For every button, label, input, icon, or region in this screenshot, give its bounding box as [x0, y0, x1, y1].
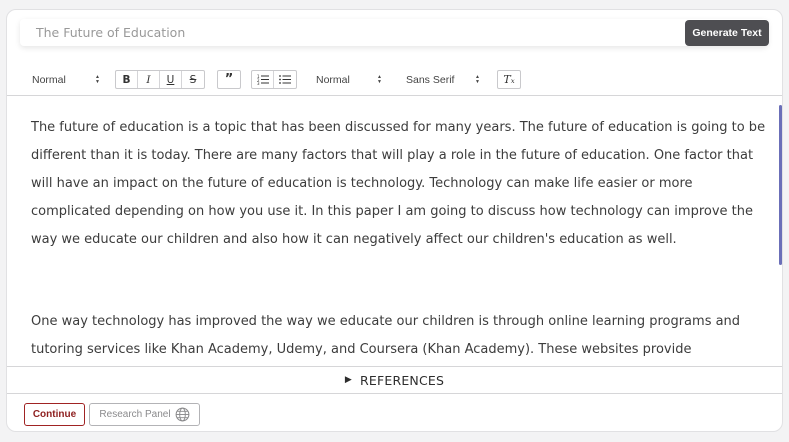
globe-icon	[175, 407, 189, 422]
size-picker[interactable]: Normal ▲ ▼	[316, 70, 382, 90]
references-toggle[interactable]: ▶ REFERENCES	[7, 366, 782, 394]
ordered-list-icon: 1 2 3	[257, 74, 269, 85]
italic-button[interactable]: I	[138, 71, 160, 88]
editor-paragraph: The future of education is a topic that …	[31, 120, 766, 247]
size-picker-label: Normal	[316, 74, 350, 86]
inline-format-group: B I U S	[115, 70, 205, 89]
blockquote-group: ”	[217, 70, 241, 89]
continue-button[interactable]: Continue	[24, 403, 85, 426]
chevron-updown-icon: ▲ ▼	[95, 74, 100, 85]
generate-text-button[interactable]: Generate Text	[685, 19, 769, 46]
chevron-updown-icon: ▲ ▼	[377, 74, 382, 85]
strike-button[interactable]: S	[182, 71, 204, 88]
prompt-bar: The Future of Education Generate Text	[20, 19, 769, 46]
bullet-list-icon	[279, 75, 291, 84]
ordered-list-button[interactable]: 1 2 3	[252, 71, 274, 88]
font-picker-label: Sans Serif	[406, 74, 455, 86]
underline-button[interactable]: U	[160, 71, 182, 88]
format-toolbar: Normal ▲ ▼ B I U S ” 1 2 3 Normal ▲ ▼ Sa…	[7, 64, 782, 96]
editor-card: The Future of Education Generate Text No…	[6, 9, 783, 432]
title-input[interactable]: The Future of Education	[20, 19, 685, 46]
references-label: REFERENCES	[359, 372, 445, 388]
font-picker[interactable]: Sans Serif ▲ ▼	[406, 70, 480, 90]
triangle-right-icon: ▶	[344, 375, 352, 385]
clear-format-button[interactable]: Tₓ	[498, 71, 520, 88]
svg-text:3: 3	[257, 81, 260, 85]
header-picker-label: Normal	[32, 74, 66, 86]
editor-scrollbar[interactable]	[779, 105, 782, 265]
bold-button[interactable]: B	[116, 71, 138, 88]
bullet-list-button[interactable]	[274, 71, 296, 88]
clear-format-group: Tₓ	[497, 70, 521, 89]
text-editor[interactable]: The future of education is a topic that …	[7, 96, 782, 366]
research-panel-button[interactable]: Research Panel	[89, 403, 200, 426]
list-group: 1 2 3	[251, 70, 297, 89]
chevron-updown-icon: ▲ ▼	[475, 74, 480, 85]
research-panel-label: Research Panel	[99, 409, 171, 420]
blockquote-button[interactable]: ”	[218, 71, 240, 88]
editor-paragraph: One way technology has improved the way …	[31, 314, 741, 357]
header-picker[interactable]: Normal ▲ ▼	[32, 70, 100, 90]
